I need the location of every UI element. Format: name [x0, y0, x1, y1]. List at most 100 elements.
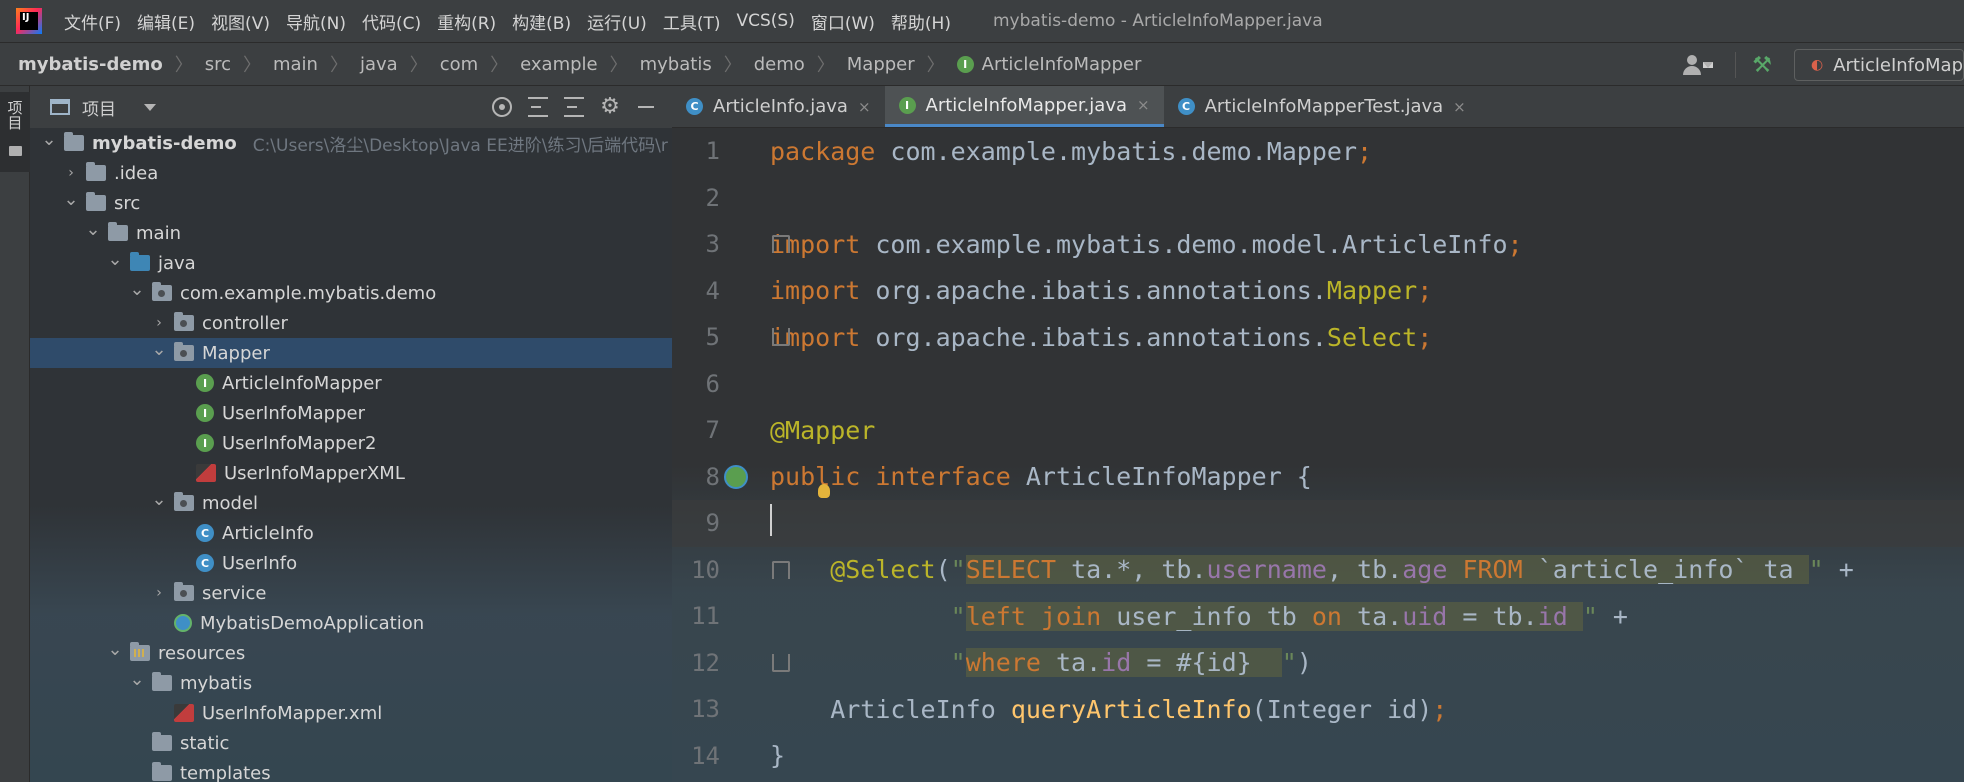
- breadcrumb-demo[interactable]: demo: [754, 54, 805, 75]
- code-line[interactable]: 13 ArticleInfo queryArticleInfo(Integer …: [672, 686, 1964, 733]
- tree-item[interactable]: ⌄ Mapper: [30, 338, 672, 368]
- code-line[interactable]: 10 @Select("SELECT ta.*, tb.username, tb…: [672, 547, 1964, 594]
- tree-item[interactable]: ⌄ com.example.mybatis.demo: [30, 278, 672, 308]
- editor-tab[interactable]: C ArticleInfo.java ×: [672, 86, 885, 127]
- collapse-all-icon[interactable]: [564, 97, 584, 117]
- menu-vcs[interactable]: VCS(S): [736, 11, 794, 31]
- fold-open-icon[interactable]: [772, 560, 790, 579]
- chevron-down-icon[interactable]: ⌄: [106, 639, 124, 660]
- chevron-down-icon[interactable]: ⌄: [150, 339, 168, 360]
- code-line[interactable]: 9: [672, 500, 1964, 547]
- close-icon[interactable]: ×: [1453, 98, 1466, 116]
- tree-item[interactable]: ›IUserInfoMapper: [30, 398, 672, 428]
- class-icon: C: [196, 524, 214, 542]
- editor-tab[interactable]: C ArticleInfoMapperTest.java ×: [1164, 86, 1480, 127]
- breadcrumb-mapper[interactable]: Mapper: [847, 54, 915, 75]
- tree-item[interactable]: › service: [30, 578, 672, 608]
- tree-item[interactable]: ›IUserInfoMapper2: [30, 428, 672, 458]
- chevron-down-icon[interactable]: [144, 103, 156, 111]
- intention-bulb-icon[interactable]: [818, 483, 830, 498]
- tree-item[interactable]: ›CArticleInfo: [30, 518, 672, 548]
- tree-item[interactable]: ›IArticleInfoMapper: [30, 368, 672, 398]
- chevron-down-icon[interactable]: ⌄: [40, 129, 58, 150]
- fold-close-icon[interactable]: [772, 328, 790, 347]
- chevron-down-icon[interactable]: ⌄: [62, 189, 80, 210]
- chevron-down-icon[interactable]: ⌄: [84, 219, 102, 240]
- run-configuration-selector[interactable]: ◐ ArticleInfoMapperTest: [1794, 49, 1964, 81]
- tree-item[interactable]: ⌄ model: [30, 488, 672, 518]
- tree-item[interactable]: ›templates: [30, 758, 672, 782]
- menu-bar: IJ 文件(F) 编辑(E) 视图(V) 导航(N) 代码(C) 重构(R) 构…: [0, 0, 1964, 42]
- tree-item[interactable]: ⌄ main: [30, 218, 672, 248]
- code-line[interactable]: 14}: [672, 733, 1964, 780]
- code-line[interactable]: 7 @Mapper: [672, 407, 1964, 454]
- tree-item[interactable]: ›UserInfoMapperXML: [30, 458, 672, 488]
- breadcrumb-main[interactable]: main: [273, 54, 318, 75]
- tree-item[interactable]: ›CUserInfo: [30, 548, 672, 578]
- code-line[interactable]: 3 import com.example.mybatis.demo.model.A…: [672, 221, 1964, 268]
- menu-view[interactable]: 视图(V): [211, 9, 270, 34]
- implemented-by-icon[interactable]: [724, 464, 748, 489]
- menu-refactor[interactable]: 重构(R): [437, 9, 496, 34]
- interface-icon: I: [196, 434, 214, 452]
- chevron-right-icon[interactable]: ›: [150, 584, 168, 602]
- expand-all-icon[interactable]: [528, 97, 548, 117]
- menu-edit[interactable]: 编辑(E): [137, 9, 195, 34]
- menu-navigate[interactable]: 导航(N): [286, 9, 346, 34]
- code-line[interactable]: 12 "where ta.id = #{id} "): [672, 640, 1964, 687]
- fold-close-icon[interactable]: [772, 653, 790, 672]
- breadcrumb-java[interactable]: java: [360, 54, 398, 75]
- code-line[interactable]: 6: [672, 361, 1964, 408]
- hide-panel-icon[interactable]: [636, 97, 656, 117]
- menu-help[interactable]: 帮助(H): [891, 9, 951, 34]
- locate-target-icon[interactable]: [492, 97, 512, 117]
- chevron-down-icon[interactable]: ⌄: [106, 249, 124, 270]
- tree-item[interactable]: ⌄ mybatis: [30, 668, 672, 698]
- code-line[interactable]: 8 public interface ArticleInfoMapper {: [672, 454, 1964, 501]
- close-icon[interactable]: ×: [1137, 96, 1150, 114]
- gear-icon[interactable]: ⚙: [600, 96, 620, 118]
- chevron-down-icon[interactable]: ⌄: [128, 279, 146, 300]
- breadcrumb-project[interactable]: mybatis-demo: [18, 54, 163, 75]
- user-account-icon[interactable]: [1683, 55, 1714, 75]
- tree-item[interactable]: ›static: [30, 728, 672, 758]
- code-line[interactable]: 4 import org.apache.ibatis.annotations.Ma…: [672, 268, 1964, 315]
- tree-item[interactable]: ⌄ java: [30, 248, 672, 278]
- fold-open-icon[interactable]: [772, 235, 790, 254]
- breadcrumb-mybatis[interactable]: mybatis: [640, 54, 712, 75]
- project-panel-title[interactable]: 项目: [82, 95, 116, 120]
- breadcrumb-article-info-mapper[interactable]: I ArticleInfoMapper: [956, 54, 1141, 75]
- code-line[interactable]: 1 package com.example.mybatis.demo.Mapper…: [672, 128, 1964, 175]
- source-folder-icon: [130, 252, 150, 271]
- tree-item[interactable]: ⌄ resources: [30, 638, 672, 668]
- close-icon[interactable]: ×: [858, 98, 871, 116]
- chevron-right-icon[interactable]: ›: [62, 164, 80, 182]
- tree-item[interactable]: ›UserInfoMapper.xml: [30, 698, 672, 728]
- menu-tools[interactable]: 工具(T): [663, 9, 721, 34]
- tree-item[interactable]: ⌄ mybatis-demo C:\Users\洛尘\Desktop\Java EE…: [30, 128, 672, 158]
- tree-item[interactable]: ›MybatisDemoApplication: [30, 608, 672, 638]
- menu-run[interactable]: 运行(U): [587, 9, 647, 34]
- code-token: public interface: [770, 462, 1026, 492]
- menu-build[interactable]: 构建(B): [512, 9, 571, 34]
- tree-item[interactable]: ⌄ src: [30, 188, 672, 218]
- chevron-right-icon[interactable]: ›: [150, 314, 168, 332]
- code-line[interactable]: 2: [672, 175, 1964, 222]
- breadcrumb-example[interactable]: example: [520, 54, 597, 75]
- chevron-down-icon[interactable]: ⌄: [150, 489, 168, 510]
- menu-code[interactable]: 代码(C): [362, 9, 421, 34]
- breadcrumb-com[interactable]: com: [440, 54, 478, 75]
- tree-item[interactable]: › .idea: [30, 158, 672, 188]
- editor-tab[interactable]: I ArticleInfoMapper.java ×: [884, 86, 1164, 127]
- menu-window[interactable]: 窗口(W): [811, 9, 875, 34]
- breadcrumb-src[interactable]: src: [205, 54, 231, 75]
- code-line[interactable]: 11 "left join user_info tb on ta.uid = t…: [672, 593, 1964, 640]
- project-tool-window-tab[interactable]: 项目: [0, 92, 30, 172]
- chevron-down-icon[interactable]: ⌄: [128, 669, 146, 690]
- code-line[interactable]: 5 import org.apache.ibatis.annotations.Se…: [672, 314, 1964, 361]
- code-area[interactable]: 1 package com.example.mybatis.demo.Mapper…: [672, 128, 1964, 779]
- build-hammer-icon[interactable]: ⚒: [1752, 53, 1772, 78]
- project-panel: 项目 ⚙ ⌄ mybatis-demo C:\Users\洛尘\Desktop\Ja…: [30, 86, 672, 782]
- menu-file[interactable]: 文件(F): [64, 9, 121, 34]
- tree-item[interactable]: › controller: [30, 308, 672, 338]
